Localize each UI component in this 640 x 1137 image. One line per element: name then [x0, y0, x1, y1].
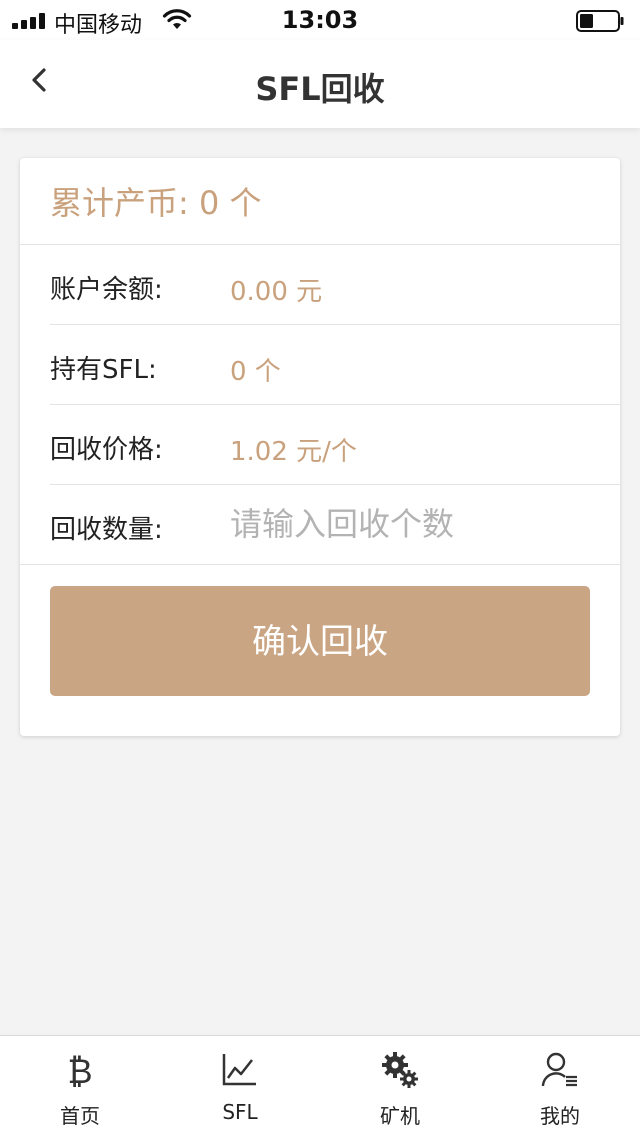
sfl-holdings-label: 持有SFL:	[50, 355, 157, 385]
recycle-price-value: 1.02 元/个	[230, 437, 357, 467]
tab-home[interactable]: ₿ 首页	[0, 1036, 160, 1137]
total-mined-summary: 累计产币: 0 个	[20, 158, 620, 245]
sfl-holdings-value: 0 个	[230, 357, 281, 387]
sfl-holdings-row: 持有SFL: 0 个	[50, 325, 620, 405]
tab-bar: ₿ 首页 SFL 矿机 我的	[0, 1035, 640, 1137]
page-title: SFL回收	[255, 70, 385, 108]
bitcoin-icon: ₿	[67, 1052, 92, 1090]
recycle-quantity-input[interactable]	[230, 501, 590, 547]
tab-mine[interactable]: 我的	[480, 1036, 640, 1137]
status-time: 13:03	[281, 6, 359, 34]
tab-mine-label: 我的	[540, 1104, 580, 1128]
status-bar: 中国移动 13:03	[0, 0, 640, 40]
recycle-price-label: 回收价格:	[50, 435, 163, 465]
gears-icon	[382, 1052, 418, 1088]
nav-bar: SFL回收	[0, 40, 640, 128]
recycle-card: 累计产币: 0 个 账户余额: 0.00 元 持有SFL: 0 个 回收价格: …	[20, 158, 620, 736]
tab-miner-label: 矿机	[380, 1104, 420, 1128]
tab-sfl-label: SFL	[222, 1100, 258, 1124]
svg-text:₿: ₿	[67, 1052, 92, 1090]
tab-sfl[interactable]: SFL	[160, 1036, 320, 1137]
confirm-recycle-button[interactable]: 确认回收	[50, 586, 590, 696]
tab-miner[interactable]: 矿机	[320, 1036, 480, 1137]
account-balance-row: 账户余额: 0.00 元	[50, 245, 620, 325]
recycle-price-row: 回收价格: 1.02 元/个	[50, 405, 620, 485]
recycle-quantity-row: 回收数量:	[20, 485, 620, 565]
recycle-quantity-label: 回收数量:	[50, 515, 163, 545]
battery-icon	[576, 10, 624, 32]
account-balance-value: 0.00 元	[230, 277, 323, 307]
tab-home-label: 首页	[60, 1104, 100, 1128]
account-balance-label: 账户余额:	[50, 275, 163, 305]
line-chart-icon	[222, 1054, 256, 1086]
user-icon	[541, 1052, 577, 1087]
